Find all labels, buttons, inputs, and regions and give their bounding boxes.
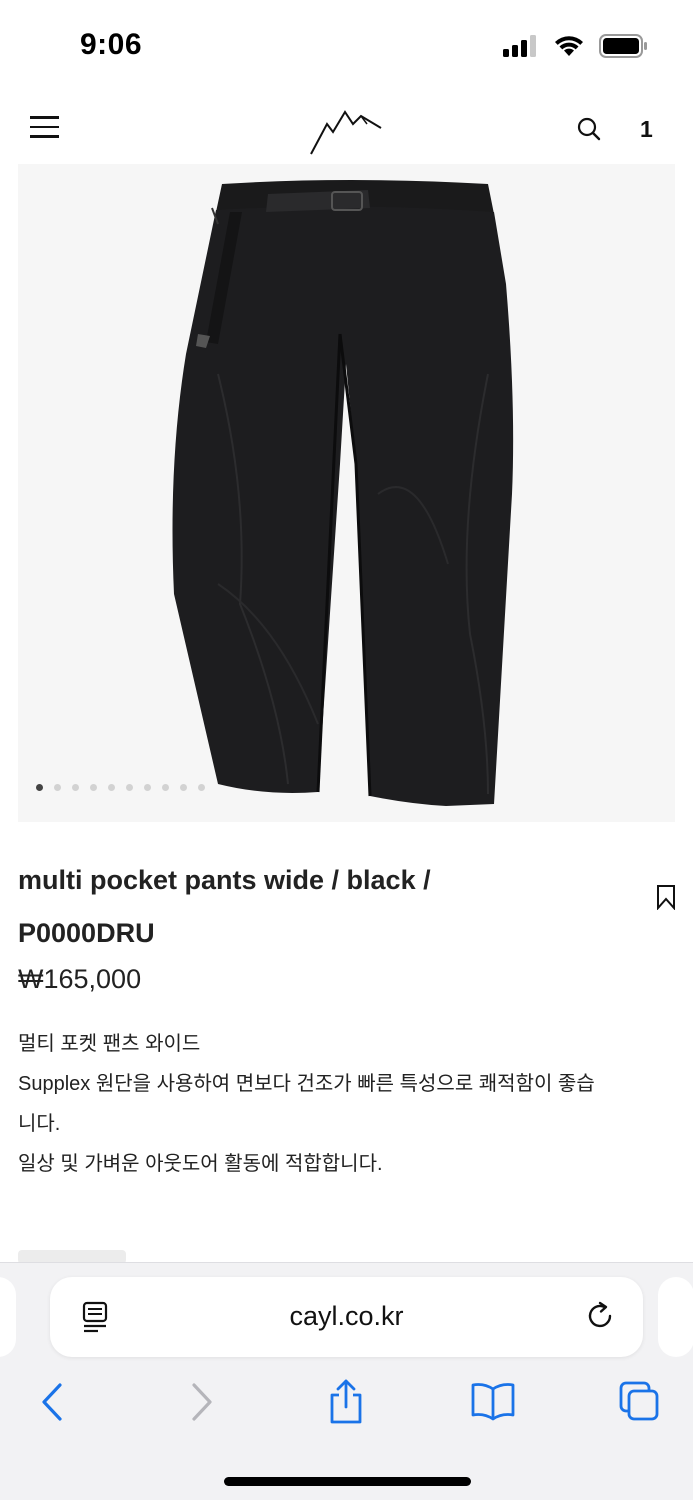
next-tab-preview[interactable] — [658, 1277, 693, 1357]
previous-tab-preview[interactable] — [0, 1277, 16, 1357]
description-line: 니다. — [18, 1113, 61, 1135]
product-image-carousel[interactable] — [18, 164, 675, 822]
cart-count[interactable]: 1 — [640, 116, 653, 143]
carousel-dot[interactable] — [90, 784, 97, 791]
description-line: Supplex 원단을 사용하여 면보다 건조가 빠른 특성으로 쾌적함이 좋습 — [18, 1073, 595, 1095]
carousel-dots[interactable] — [36, 784, 205, 791]
search-icon — [577, 117, 601, 141]
wifi-icon — [555, 36, 583, 56]
carousel-dot[interactable] — [72, 784, 79, 791]
bookmark-button[interactable] — [655, 884, 677, 911]
search-button[interactable] — [576, 116, 602, 142]
status-icons — [503, 34, 647, 58]
browser-toolbar: cayl.co.kr — [0, 1262, 693, 1500]
product-description: 멀티 포켓 팬츠 와이드 Supplex 원단을 사용하여 면보다 건조가 빠른… — [18, 1024, 683, 1184]
bookmark-icon — [657, 885, 675, 911]
mountain-logo[interactable] — [305, 102, 385, 158]
battery-icon — [599, 34, 647, 58]
product-image — [172, 180, 514, 806]
carousel-dot[interactable] — [126, 784, 133, 791]
back-icon[interactable] — [38, 1379, 66, 1425]
bookmarks-icon[interactable] — [470, 1379, 516, 1425]
share-icon[interactable] — [326, 1379, 366, 1425]
carousel-dot[interactable] — [54, 784, 61, 791]
menu-icon — [30, 116, 60, 138]
carousel-dot[interactable] — [198, 784, 205, 791]
carousel-dot[interactable] — [162, 784, 169, 791]
product-title: multi pocket pants wide / black / P0000D… — [18, 854, 558, 960]
carousel-dot[interactable] — [36, 784, 43, 791]
address-bar[interactable]: cayl.co.kr — [50, 1277, 643, 1357]
carousel-dot[interactable] — [108, 784, 115, 791]
status-bar: 9:06 — [0, 0, 693, 92]
carousel-dot[interactable] — [180, 784, 187, 791]
url-text[interactable]: cayl.co.kr — [50, 1301, 643, 1332]
product-price: ₩165,000 — [18, 964, 142, 994]
navigation-toolbar — [0, 1379, 693, 1429]
reload-icon[interactable] — [585, 1301, 615, 1331]
description-line: 일상 및 가벼운 아웃도어 활동에 적합합니다. — [18, 1153, 383, 1175]
status-time: 9:06 — [80, 28, 143, 61]
site-header: 1 — [0, 92, 693, 164]
tabs-icon[interactable] — [618, 1379, 660, 1425]
carousel-dot[interactable] — [144, 784, 151, 791]
cellular-signal-icon — [503, 35, 536, 57]
product-title-line2: P0000DRU — [18, 918, 155, 948]
product-title-line1: multi pocket pants wide / black / — [18, 865, 431, 895]
forward-icon[interactable] — [188, 1379, 216, 1425]
home-indicator — [224, 1477, 471, 1486]
menu-button[interactable] — [30, 116, 60, 138]
description-line: 멀티 포켓 팬츠 와이드 — [18, 1033, 201, 1055]
